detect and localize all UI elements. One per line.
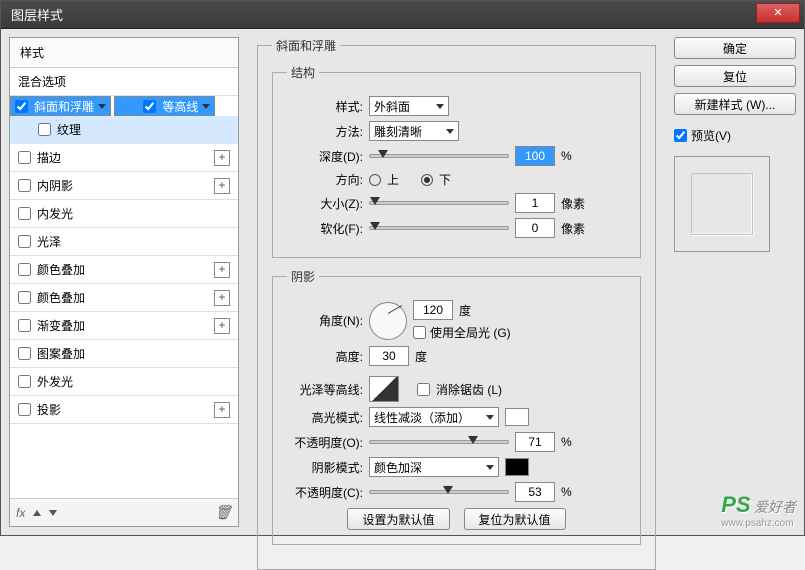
- size-slider[interactable]: [369, 201, 509, 205]
- styles-header: 样式: [10, 38, 238, 68]
- list-item-satin[interactable]: 光泽: [10, 228, 238, 256]
- gloss-label: 光泽等高线:: [287, 381, 363, 398]
- layer-style-dialog: 图层样式 ✕ 样式 混合选项 斜面和浮雕 等高线 纹理: [0, 0, 805, 536]
- add-icon[interactable]: +: [214, 402, 230, 418]
- style-label: 样式:: [287, 98, 363, 115]
- list-item-pattern-overlay[interactable]: 图案叠加: [10, 340, 238, 368]
- structure-title: 结构: [287, 64, 319, 81]
- move-down-icon[interactable]: [49, 510, 57, 516]
- altitude-label: 高度:: [287, 348, 363, 365]
- add-icon[interactable]: +: [214, 262, 230, 278]
- list-item-color-overlay-1[interactable]: 颜色叠加 +: [10, 256, 238, 284]
- add-icon[interactable]: +: [214, 178, 230, 194]
- shadow-opacity-slider[interactable]: [369, 490, 509, 494]
- bevel-group-title: 斜面和浮雕: [272, 37, 340, 54]
- list-item-stroke[interactable]: 描边 +: [10, 144, 238, 172]
- shadow-mode-select[interactable]: 颜色加深: [369, 457, 499, 477]
- soften-slider[interactable]: [369, 226, 509, 230]
- window-title: 图层样式: [1, 5, 756, 24]
- checkbox-contour[interactable]: [143, 100, 156, 113]
- angle-input[interactable]: 120: [413, 300, 453, 320]
- size-input[interactable]: 1: [515, 193, 555, 213]
- checkbox-pattern-overlay[interactable]: [18, 347, 31, 360]
- direction-label: 方向:: [287, 171, 363, 188]
- highlight-opacity-slider[interactable]: [369, 440, 509, 444]
- checkbox-gradient-overlay[interactable]: [18, 319, 31, 332]
- list-item-drop-shadow[interactable]: 投影 +: [10, 396, 238, 424]
- reset-default-button[interactable]: 复位为默认值: [464, 508, 566, 530]
- checkbox-drop-shadow[interactable]: [18, 403, 31, 416]
- antialias-checkbox[interactable]: [417, 383, 430, 396]
- blending-options-item[interactable]: 混合选项: [10, 68, 238, 96]
- right-panel: 确定 复位 新建样式 (W)... 预览(V): [674, 37, 796, 527]
- checkbox-color-overlay-2[interactable]: [18, 291, 31, 304]
- styles-list: 混合选项 斜面和浮雕 等高线 纹理 描边 +: [10, 68, 238, 498]
- styles-sidebar: 样式 混合选项 斜面和浮雕 等高线 纹理: [9, 37, 239, 527]
- checkbox-outer-glow[interactable]: [18, 375, 31, 388]
- structure-group: 结构 样式: 外斜面 方法: 雕刻清晰 深度(D): 100 %: [272, 64, 641, 258]
- size-label: 大小(Z):: [287, 195, 363, 212]
- angle-control[interactable]: [369, 302, 407, 340]
- add-icon[interactable]: +: [214, 290, 230, 306]
- soften-label: 软化(F):: [287, 220, 363, 237]
- shadow-opacity-label: 不透明度(C):: [287, 484, 363, 501]
- soften-input[interactable]: 0: [515, 218, 555, 238]
- checkbox-inner-glow[interactable]: [18, 207, 31, 220]
- shadow-mode-label: 阴影模式:: [287, 459, 363, 476]
- altitude-input[interactable]: 30: [369, 346, 409, 366]
- checkbox-satin[interactable]: [18, 235, 31, 248]
- titlebar[interactable]: 图层样式 ✕: [1, 1, 804, 29]
- shading-group: 阴影 角度(N): 120 度 使用全局光 (G): [272, 268, 641, 545]
- highlight-mode-label: 高光模式:: [287, 409, 363, 426]
- preview-checkbox[interactable]: [674, 129, 687, 142]
- list-item-outer-glow[interactable]: 外发光: [10, 368, 238, 396]
- shadow-opacity-input[interactable]: 53: [515, 482, 555, 502]
- close-button[interactable]: ✕: [756, 3, 800, 23]
- highlight-mode-select[interactable]: 线性减淡（添加）: [369, 407, 499, 427]
- checkbox-inner-shadow[interactable]: [18, 179, 31, 192]
- shading-title: 阴影: [287, 268, 319, 285]
- style-select[interactable]: 外斜面: [369, 96, 449, 116]
- highlight-opacity-input[interactable]: 71: [515, 432, 555, 452]
- checkbox-color-overlay-1[interactable]: [18, 263, 31, 276]
- checkbox-texture[interactable]: [38, 123, 51, 136]
- fx-icon[interactable]: fx: [16, 506, 25, 520]
- highlight-opacity-label: 不透明度(O):: [287, 434, 363, 451]
- depth-slider[interactable]: [369, 154, 509, 158]
- new-style-button[interactable]: 新建样式 (W)...: [674, 93, 796, 115]
- list-item-contour[interactable]: 等高线: [114, 96, 215, 116]
- add-icon[interactable]: +: [214, 150, 230, 166]
- make-default-button[interactable]: 设置为默认值: [347, 508, 449, 530]
- direction-down-radio[interactable]: [421, 174, 433, 186]
- list-item-inner-shadow[interactable]: 内阴影 +: [10, 172, 238, 200]
- angle-label: 角度(N):: [287, 312, 363, 329]
- list-item-bevel[interactable]: 斜面和浮雕: [10, 96, 111, 116]
- method-select[interactable]: 雕刻清晰: [369, 121, 459, 141]
- checkbox-stroke[interactable]: [18, 151, 31, 164]
- depth-label: 深度(D):: [287, 148, 363, 165]
- list-item-texture[interactable]: 纹理: [10, 116, 238, 144]
- highlight-color-swatch[interactable]: [505, 408, 529, 426]
- list-item-inner-glow[interactable]: 内发光: [10, 200, 238, 228]
- move-up-icon[interactable]: [33, 510, 41, 516]
- direction-up-radio[interactable]: [369, 174, 381, 186]
- checkbox-bevel[interactable]: [15, 100, 28, 113]
- settings-panel: 斜面和浮雕 结构 样式: 外斜面 方法: 雕刻清晰 深度(D): 100: [249, 37, 664, 527]
- add-icon[interactable]: +: [214, 318, 230, 334]
- bevel-group: 斜面和浮雕 结构 样式: 外斜面 方法: 雕刻清晰 深度(D): 100: [257, 37, 656, 570]
- shadow-color-swatch[interactable]: [505, 458, 529, 476]
- sidebar-toolbar: fx 🗑: [10, 498, 238, 526]
- list-item-gradient-overlay[interactable]: 渐变叠加 +: [10, 312, 238, 340]
- watermark: PS 爱好者 www.psahz.com: [721, 492, 796, 529]
- cancel-button[interactable]: 复位: [674, 65, 796, 87]
- ok-button[interactable]: 确定: [674, 37, 796, 59]
- method-label: 方法:: [287, 123, 363, 140]
- global-light-checkbox[interactable]: [413, 326, 426, 339]
- preview-box: [674, 156, 770, 252]
- gloss-contour-picker[interactable]: [369, 376, 399, 402]
- trash-icon[interactable]: 🗑: [214, 504, 232, 521]
- depth-input[interactable]: 100: [515, 146, 555, 166]
- list-item-color-overlay-2[interactable]: 颜色叠加 +: [10, 284, 238, 312]
